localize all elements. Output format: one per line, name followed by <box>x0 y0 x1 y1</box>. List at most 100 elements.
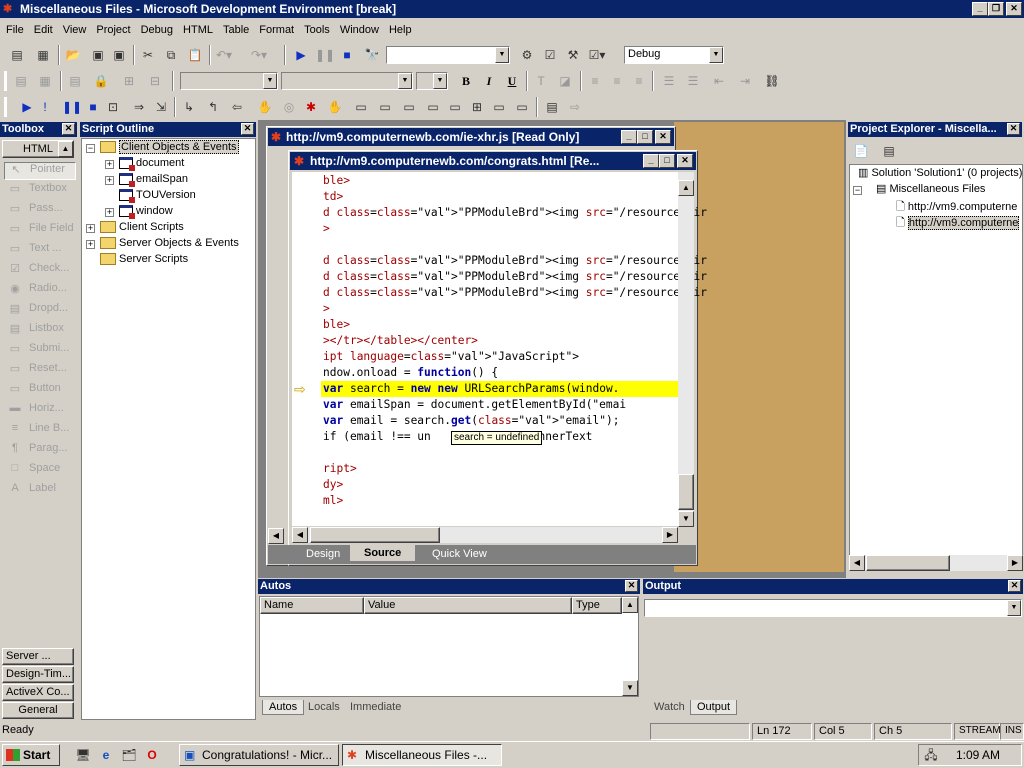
autos-col-name[interactable]: Name <box>260 597 364 614</box>
redo-icon[interactable]: ↷▾ <box>250 46 268 64</box>
debug-break-icon[interactable]: ❚❚ <box>62 98 82 116</box>
toolbox-tab-3[interactable]: General <box>2 702 74 719</box>
close-button[interactable]: ✕ <box>1006 2 1022 16</box>
toolbox-item-3[interactable]: ▭ File Field <box>4 222 76 240</box>
autos-scroll-down[interactable]: ▼ <box>622 680 638 696</box>
outline-node-4[interactable]: window <box>119 205 173 221</box>
minimize-button[interactable]: _ <box>972 2 988 16</box>
align-icon[interactable]: ⊞ <box>120 72 138 90</box>
toolbox-item-14[interactable]: ¶ Parag... <box>4 442 76 460</box>
menu-edit[interactable]: Edit <box>28 21 57 36</box>
toolbox-item-7[interactable]: ▤ Dropd... <box>4 302 76 320</box>
autos-col-type[interactable]: Type <box>572 597 622 614</box>
congrats-title-bar[interactable]: ✱ http://vm9.computernewb.com/congrats.h… <box>290 152 696 170</box>
script-outline-close-button[interactable]: ✕ <box>241 123 254 135</box>
toolbox-item-11[interactable]: ▭ Button <box>4 382 76 400</box>
menu-format[interactable]: Format <box>253 21 298 36</box>
toolbox-item-5[interactable]: ☑ Check... <box>4 262 76 280</box>
find-icon[interactable]: 🔭 <box>363 46 381 64</box>
align-right-icon[interactable]: ≡ <box>630 72 648 90</box>
toolbox-item-8[interactable]: ▤ Listbox <box>4 322 76 340</box>
tray-network-icon[interactable]: 🖧 <box>922 746 940 764</box>
breakpoint-icon[interactable]: ✱ <box>302 98 320 116</box>
outline-expander[interactable]: + <box>86 224 95 233</box>
step-into-icon[interactable]: ⇲ <box>152 98 170 116</box>
outline-node-1[interactable]: document <box>119 157 184 173</box>
file-node-2[interactable]: 🗋 http://vm9.computerne <box>896 214 1020 230</box>
congrats-close[interactable]: ✕ <box>677 154 693 168</box>
ie-xhr-maximize[interactable]: □ <box>637 130 653 144</box>
ie-xhr-scroll-up[interactable]: ◀ <box>268 528 284 544</box>
toolbox-item-15[interactable]: □ Space <box>4 462 76 480</box>
continue-icon[interactable]: ▶ <box>292 46 310 64</box>
autos-scroll-up[interactable]: ▲ <box>622 597 638 613</box>
grid-icon[interactable]: ▦ <box>36 72 54 90</box>
bullet-list-icon[interactable]: ☰ <box>684 72 702 90</box>
tab-immediate[interactable]: Immediate <box>344 700 407 714</box>
cut-icon[interactable]: ✂ <box>139 46 157 64</box>
configuration-combo[interactable]: Debug ▼ <box>624 46 724 64</box>
debug-exclaim-icon[interactable]: ! <box>36 98 54 116</box>
toolbox-item-12[interactable]: ▬ Horiz... <box>4 402 76 420</box>
open-icon[interactable]: 📂 <box>64 46 82 64</box>
autos-col-value[interactable]: Value <box>364 597 572 614</box>
menu-window[interactable]: Window <box>334 21 383 36</box>
save-icon[interactable]: ▣ <box>89 46 107 64</box>
autos-title-bar[interactable]: Autos ✕ <box>258 579 640 594</box>
tab-design[interactable]: Design <box>298 546 348 562</box>
toolbox-item-9[interactable]: ▭ Submi... <box>4 342 76 360</box>
output-close-button[interactable]: ✕ <box>1008 580 1021 592</box>
solution-node[interactable]: ▥ Solution 'Solution1' (0 projects) <box>858 166 1022 182</box>
hand-icon[interactable]: ✋ <box>256 98 274 116</box>
step-over-icon[interactable]: ↳ <box>180 98 198 116</box>
window-4-icon[interactable]: ▭ <box>424 98 442 116</box>
align-center-icon[interactable]: ≡ <box>608 72 626 90</box>
ie-xhr-close[interactable]: ✕ <box>655 130 671 144</box>
toolbox-title-bar[interactable]: Toolbox ✕ <box>0 122 77 137</box>
code-scroll-up[interactable]: ▲ <box>678 180 694 196</box>
menu-html[interactable]: HTML <box>177 21 217 36</box>
tab-quick-view[interactable]: Quick View <box>424 546 495 562</box>
misc-files-node[interactable]: ▤ Miscellaneous Files <box>876 182 985 198</box>
numbered-list-icon[interactable]: ☰ <box>660 72 678 90</box>
zorder-icon[interactable]: ⊟ <box>146 72 164 90</box>
project-scroll-right[interactable]: ▶ <box>1007 555 1023 571</box>
tab-output[interactable]: Output <box>690 700 738 715</box>
toolbox-tab-0[interactable]: Server ... <box>2 648 74 665</box>
window-7-icon[interactable]: ▭ <box>490 98 508 116</box>
window-3-icon[interactable]: ▭ <box>400 98 418 116</box>
window-6-icon[interactable]: ⊞ <box>468 98 486 116</box>
ie-xhr-title-bar[interactable]: ✱ http://vm9.computernewb.com/ie-xhr.js … <box>268 128 674 146</box>
outline-node-2[interactable]: emailSpan <box>119 173 188 189</box>
properties-icon[interactable]: ☑ <box>541 46 559 64</box>
menu-debug[interactable]: Debug <box>135 21 177 36</box>
outdent-icon[interactable]: ⇤ <box>710 72 728 90</box>
quicklaunch-explorer-icon[interactable]: 🗂 <box>120 746 138 764</box>
toolbox-item-1[interactable]: ▭ Textbox <box>4 182 76 200</box>
show-next-icon[interactable]: ⇒ <box>130 98 148 116</box>
outline-expander[interactable]: + <box>105 208 114 217</box>
block-format-combo[interactable]: ▼ <box>180 72 278 90</box>
menu-tools[interactable]: Tools <box>298 21 334 36</box>
code-vertical-scrollbar[interactable] <box>678 172 694 526</box>
project-explorer-title-bar[interactable]: Project Explorer - Miscella... ✕ <box>848 122 1022 137</box>
debug-restart-icon[interactable]: ⊡ <box>104 98 122 116</box>
toolbox-item-16[interactable]: A Label <box>4 482 76 500</box>
outline-expander[interactable]: − <box>86 144 95 153</box>
lock-icon[interactable]: 🔒 <box>92 72 110 90</box>
align-left-icon[interactable]: ≡ <box>586 72 604 90</box>
project-explorer-close-button[interactable]: ✕ <box>1007 123 1020 135</box>
congrats-maximize[interactable]: □ <box>659 154 675 168</box>
quick-watch-icon[interactable]: ◎ <box>280 98 298 116</box>
toolbox-item-13[interactable]: ≡ Line B... <box>4 422 76 440</box>
toolbox-tab-2[interactable]: ActiveX Co... <box>2 684 74 701</box>
font-name-combo[interactable]: ▼ <box>281 72 413 90</box>
tab-watch[interactable]: Watch <box>648 700 691 714</box>
add-item-icon[interactable]: ▦ <box>34 46 52 64</box>
outline-expander[interactable]: + <box>105 160 114 169</box>
toolbox-scroll-up[interactable]: ▲ <box>58 141 73 157</box>
menu-view[interactable]: View <box>57 21 91 36</box>
outline-expander[interactable]: + <box>105 176 114 185</box>
outline-node-6[interactable]: Server Objects & Events <box>100 237 239 253</box>
save-all-icon[interactable]: ▣ <box>110 46 128 64</box>
